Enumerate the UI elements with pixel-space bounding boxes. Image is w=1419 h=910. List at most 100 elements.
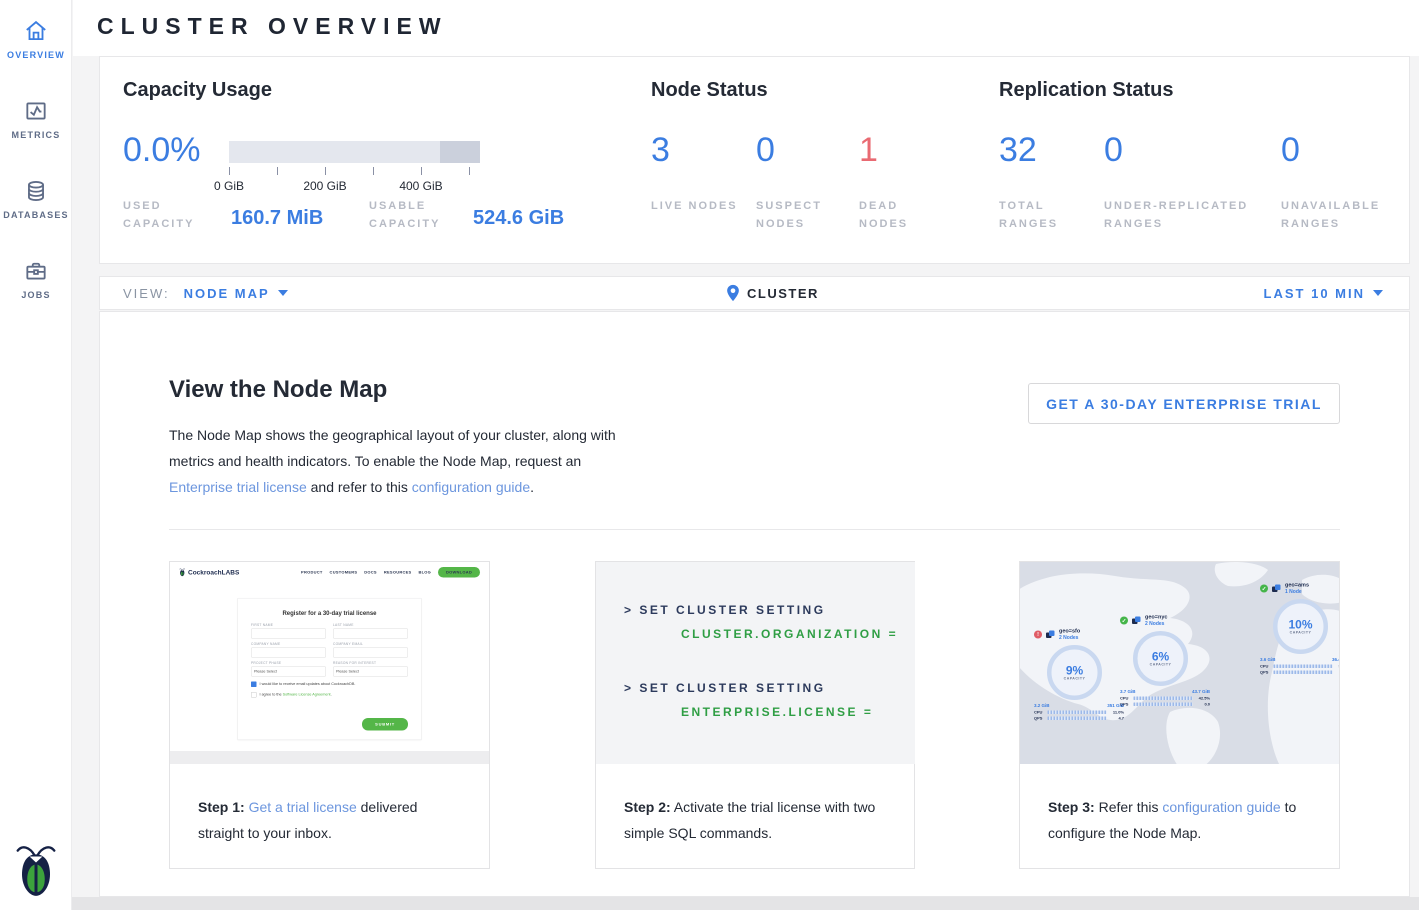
step3-caption: Step 3: Refer this configuration guide t… [1048, 794, 1314, 846]
dead-nodes-label: DEAD NODES [859, 197, 949, 233]
view-bar: VIEW: NODE MAP CLUSTER LAST 10 MIN [99, 276, 1410, 310]
sql-setting: ENTERPRISE.LICENSE = [681, 705, 873, 719]
capacity-label: CAPACITY [1290, 631, 1312, 635]
sidebar-item-label: METRICS [0, 130, 72, 140]
mini-field-label: COMPANY EMAIL [333, 643, 408, 647]
capacity-gauge: 10% CAPACITY [1273, 599, 1328, 654]
sql-keyword: SET CLUSTER SETTING [639, 681, 825, 695]
node-map-heading: View the Node Map [169, 376, 387, 404]
step2-card: > SET CLUSTER SETTING CLUSTER.ORGANIZATI… [595, 561, 915, 869]
enterprise-trial-button[interactable]: GET A 30-DAY ENTERPRISE TRIAL [1028, 383, 1340, 424]
capacity-percent: 10% [1288, 619, 1312, 631]
capacity-bar-reserved-segment [440, 141, 480, 163]
capacity-bar [229, 141, 480, 163]
description-text: The Node Map shows the geographical layo… [169, 427, 616, 469]
mini-brand-suffix: LABS [222, 568, 240, 576]
capacity-tick [229, 167, 230, 175]
cluster-breadcrumb[interactable]: CLUSTER [747, 286, 819, 301]
cpu-value: 53.3% [1335, 664, 1339, 669]
mini-checkbox-checked [251, 682, 257, 688]
step-label: Step 1: [198, 799, 245, 815]
configuration-guide-link[interactable]: configuration guide [412, 479, 530, 495]
sidebar-item-databases[interactable]: DATABASES [0, 178, 72, 220]
configuration-guide-link[interactable]: configuration guide [1162, 799, 1280, 815]
live-node-badge-icon: ✓ [1120, 617, 1128, 625]
mini-text-input [251, 648, 326, 658]
cpu-label: CPU [1260, 664, 1271, 669]
step3-card: ! geo=sfo 2 Nodes 9% CAPACITY 3.2 GiB351… [1019, 561, 1340, 869]
mini-download-button: DOWNLOAD [438, 567, 480, 578]
capacity-tick [325, 167, 326, 175]
capacity-tick [469, 167, 470, 175]
node-count: 2 Nodes [1059, 635, 1080, 642]
get-trial-license-link[interactable]: Get a trial license [249, 799, 357, 815]
sidebar-item-jobs[interactable]: JOBS [0, 258, 72, 300]
capacity-gauge: 9% CAPACITY [1047, 645, 1102, 700]
description-text: and refer to this [307, 479, 412, 495]
sql-commands-illustration: > SET CLUSTER SETTING CLUSTER.ORGANIZATI… [596, 562, 915, 764]
time-range-selector[interactable]: LAST 10 MIN [1264, 286, 1365, 301]
mini-text-input [333, 629, 408, 639]
cpu-label: CPU [1120, 696, 1131, 701]
node-count: 2 Nodes [1145, 621, 1167, 628]
mini-checkbox-label: I would like to receive email updates ab… [260, 682, 356, 687]
replication-status-title: Replication Status [999, 79, 1173, 102]
capacity-tick [373, 167, 374, 175]
qps-label: QPS [1120, 702, 1131, 707]
location-pin-icon [726, 284, 740, 302]
mini-nav-item: CUSTOMERS [330, 570, 358, 575]
qps-value: 4.7 [1109, 716, 1124, 721]
cockroachdb-logo [14, 842, 58, 903]
node-count: 1 Node [1285, 589, 1309, 596]
sidebar: OVERVIEW METRICS DATABASES JOBS [0, 0, 72, 910]
view-selector[interactable]: NODE MAP [184, 286, 270, 301]
sidebar-item-metrics[interactable]: METRICS [0, 98, 72, 140]
mini-nav-item: DOCS [364, 570, 377, 575]
step-label: Step 2: [624, 799, 671, 815]
chevron-down-icon[interactable] [1373, 290, 1383, 296]
divider [169, 529, 1340, 530]
node-stack-icon [1131, 616, 1142, 626]
cpu-bar [1274, 665, 1333, 669]
mini-page-footer [170, 751, 489, 764]
mini-form-title: Register for a 30-day trial license [251, 610, 408, 617]
qps-label: QPS [1034, 716, 1045, 721]
under-replicated-ranges-count: 0 [1104, 131, 1123, 170]
used-capacity-label: USED CAPACITY [123, 197, 223, 233]
capacity-percent: 6% [1152, 651, 1169, 663]
capacity-used: 3.6 GiB [1260, 657, 1276, 662]
mini-site-header: Cockroach LABS PRODUCT CUSTOMERS DOCS RE… [170, 562, 489, 582]
step1-card: Cockroach LABS PRODUCT CUSTOMERS DOCS RE… [169, 561, 490, 869]
suspect-nodes-count: 0 [756, 131, 775, 170]
sidebar-item-overview[interactable]: OVERVIEW [0, 18, 72, 60]
node-map-description: The Node Map shows the geographical layo… [169, 422, 631, 500]
qps-label: QPS [1260, 670, 1271, 675]
capacity-tick [421, 167, 422, 175]
cpu-value: 42.5% [1195, 696, 1210, 701]
usable-capacity-label: USABLE CAPACITY [369, 197, 469, 233]
briefcase-icon [23, 258, 49, 284]
map-node-ams: ✓ geo=ams 1 Node 10% CAPACITY 3.6 GiB36.… [1260, 582, 1339, 675]
page-header: CLUSTER OVERVIEW [73, 0, 1419, 56]
live-nodes-label: LIVE NODES [651, 197, 741, 215]
node-status-title: Node Status [651, 79, 768, 102]
capacity-usage-title: Capacity Usage [123, 79, 272, 102]
mini-field-label: REASON FOR INTEREST [333, 662, 408, 666]
mini-roach-icon [179, 568, 186, 577]
capacity-label: CAPACITY [1064, 677, 1086, 681]
live-nodes-count: 3 [651, 131, 670, 170]
mini-nav-item: RESOURCES [384, 570, 412, 575]
total-ranges-label: TOTAL RANGES [999, 197, 1089, 233]
enterprise-trial-license-link[interactable]: Enterprise trial license [169, 479, 307, 495]
sql-prompt: > [624, 603, 634, 617]
sql-setting: CLUSTER.ORGANIZATION = [681, 627, 898, 641]
step1-caption: Step 1: Get a trial license delivered st… [198, 794, 464, 846]
sidebar-item-label: JOBS [0, 290, 72, 300]
sql-keyword: SET CLUSTER SETTING [639, 603, 825, 617]
qps-bar [1274, 671, 1333, 675]
step-text: Refer this [1095, 799, 1163, 815]
total-ranges-count: 32 [999, 131, 1037, 170]
chevron-down-icon[interactable] [278, 290, 288, 296]
capacity-gauge: 6% CAPACITY [1133, 631, 1188, 686]
cluster-summary-panel: Capacity Usage 0.0% 0 GiB 200 GiB 400 Gi… [99, 56, 1410, 264]
